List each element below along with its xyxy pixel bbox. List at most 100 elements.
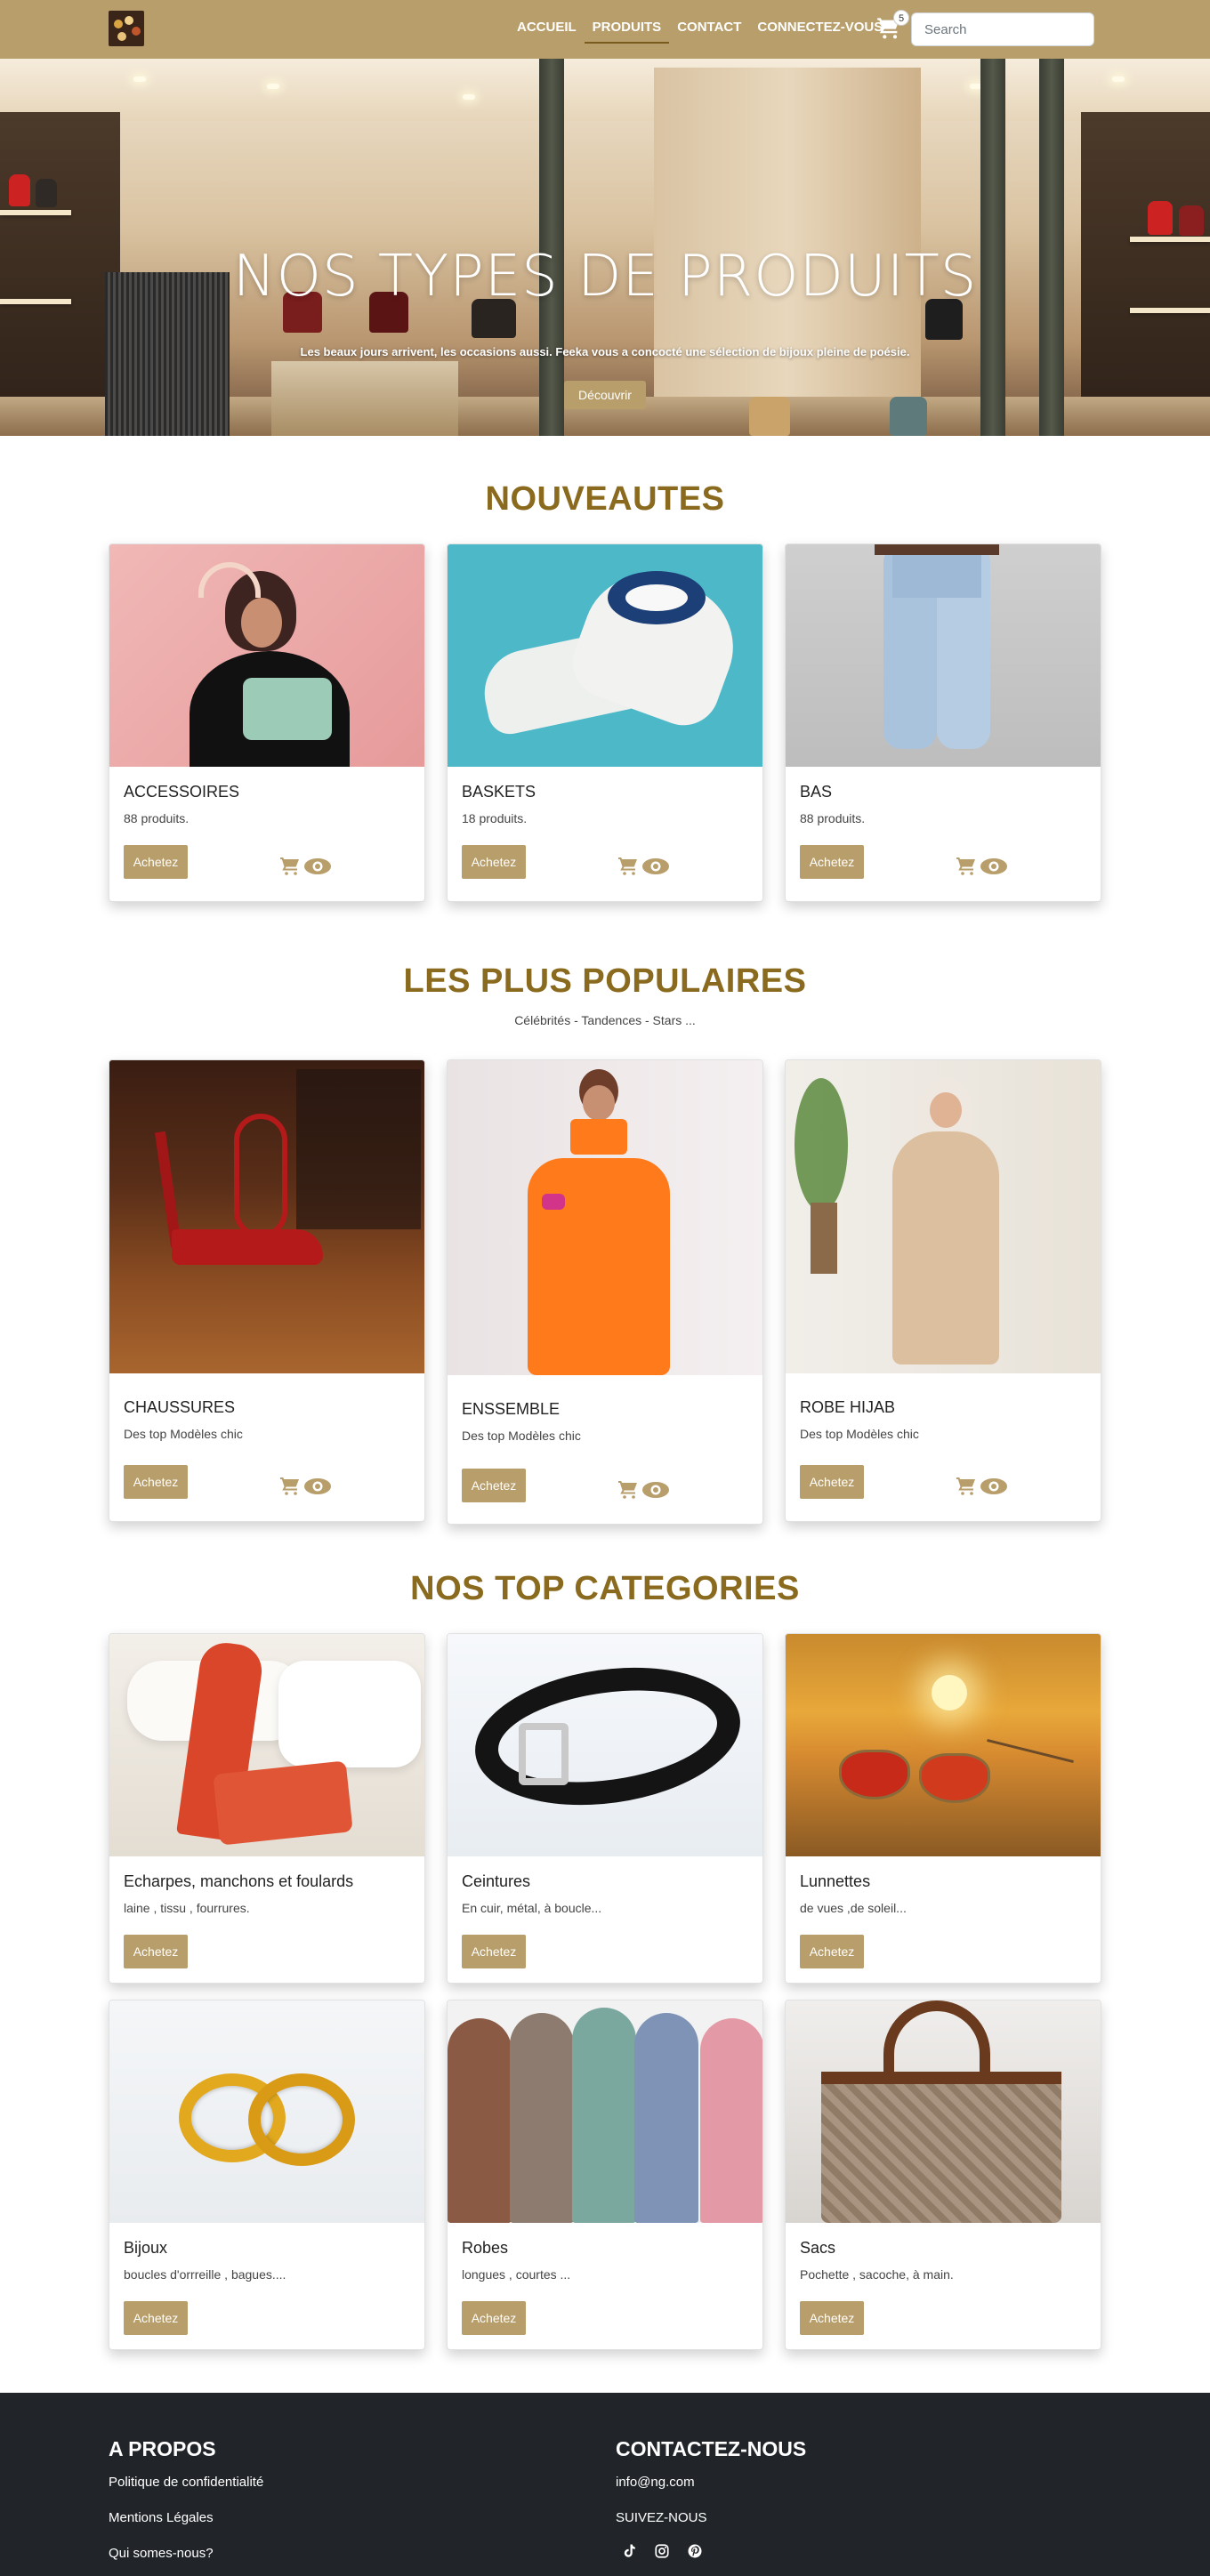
category-image-echarpes[interactable] [109,1634,424,1856]
card-actions [278,1476,332,1497]
buy-button[interactable]: Achetez [800,845,864,879]
nav-link-accueil[interactable]: ACCUEIL [509,20,585,44]
product-card: BASKETS 18 produits. Achetez [447,543,763,902]
buy-button[interactable]: Achetez [124,1935,188,1968]
footer-contact-title: CONTACTEZ-NOUS [616,2437,807,2460]
brand-logo[interactable] [109,11,144,46]
product-image-robe-hijab[interactable] [786,1060,1101,1373]
eye-icon[interactable] [303,857,332,876]
card-desc: longues , courtes ... [462,2267,571,2282]
category-card: Sacs Pochette , sacoche, à main. Achetez [785,2000,1101,2350]
product-image-chaussures[interactable] [109,1060,424,1373]
card-title: ROBE HIJAB [800,1398,896,1416]
eye-icon[interactable] [980,1477,1008,1496]
eye-icon[interactable] [641,1480,670,1500]
section-title-populaires: LES PLUS POPULAIRES [403,962,807,1000]
footer-email[interactable]: info@ng.com [616,2475,695,2490]
category-image-lunettes[interactable] [786,1634,1101,1856]
footer-follow-label: SUIVEZ-NOUS [616,2510,707,2525]
product-card: ROBE HIJAB Des top Modèles chic Achetez [785,1059,1101,1522]
footer: A PROPOS Politique de confidentialité Me… [0,2393,1210,2576]
card-desc: Des top Modèles chic [462,1429,581,1443]
category-card: Ceintures En cuir, métal, à boucle... Ac… [447,1633,763,1984]
product-card: ENSSEMBLE Des top Modèles chic Achetez [447,1059,763,1525]
buy-button[interactable]: Achetez [462,1935,526,1968]
nav-link-produits[interactable]: PRODUITS [584,20,670,44]
category-image-sacs[interactable] [786,2000,1101,2223]
card-title: ENSSEMBLE [462,1400,561,1418]
category-card: Echarpes, manchons et foulards laine , t… [109,1633,425,1984]
instagram-icon[interactable] [654,2543,670,2559]
buy-button[interactable]: Achetez [800,1935,864,1968]
footer-link-about-us[interactable]: Qui somes-nous? [109,2546,214,2561]
tiktok-icon[interactable] [621,2543,637,2559]
footer-link-legal[interactable]: Mentions Légales [109,2510,214,2525]
card-desc: boucles d'orrreille , bagues.... [124,2267,286,2282]
product-image-bas[interactable] [786,544,1101,767]
cart-icon[interactable] [278,1476,302,1497]
nav-link-contact[interactable]: CONTACT [669,20,749,44]
card-desc: Pochette , sacoche, à main. [800,2267,954,2282]
hero-banner: NOS TYPES DE PRODUITS Les beaux jours ar… [0,59,1210,436]
section-subtitle-populaires: Célébrités - Tandences - Stars ... [514,1013,696,1027]
category-card: Robes longues , courtes ... Achetez [447,2000,763,2350]
footer-link-privacy[interactable]: Politique de confidentialité [109,2475,263,2490]
hero-subtitle: Les beaux jours arrivent, les occasions … [300,345,910,358]
card-desc: laine , tissu , fourrures. [124,1901,250,1915]
cart-icon[interactable] [955,856,978,877]
card-title: CHAUSSURES [124,1398,236,1416]
category-image-bijoux[interactable] [109,2000,424,2223]
buy-button[interactable]: Achetez [462,845,526,879]
card-title: Lunnettes [800,1872,871,1890]
buy-button[interactable]: Achetez [462,1469,526,1502]
cart-count-badge: 5 [893,10,909,26]
search-input[interactable] [911,12,1094,46]
card-actions [955,1476,1008,1497]
hero-title: NOS TYPES DE PRODUITS [232,244,978,310]
nav-link-connectez-vous[interactable]: CONNECTEZ-VOUS [749,20,891,44]
card-title: Ceintures [462,1872,531,1890]
card-title: BAS [800,783,833,801]
product-card: ACCESSOIRES 88 produits. Achetez [109,543,425,902]
section-title-categories: NOS TOP CATEGORIES [410,1570,800,1607]
card-desc: Des top Modèles chic [800,1427,919,1441]
navbar: ACCUEIL PRODUITS CONTACT CONNECTEZ-VOUS … [0,0,1210,59]
card-title: Bijoux [124,2239,168,2257]
category-image-robes[interactable] [448,2000,762,2223]
category-card: Lunnettes de vues ,de soleil... Achetez [785,1633,1101,1984]
product-card: CHAUSSURES Des top Modèles chic Achetez [109,1059,425,1522]
buy-button[interactable]: Achetez [124,1465,188,1499]
card-desc: En cuir, métal, à boucle... [462,1901,602,1915]
buy-button[interactable]: Achetez [800,1465,864,1499]
card-actions [617,856,670,877]
buy-button[interactable]: Achetez [124,845,188,879]
eye-icon[interactable] [980,857,1008,876]
eye-icon[interactable] [641,857,670,876]
card-actions [278,856,332,877]
card-title: Robes [462,2239,509,2257]
cart-icon[interactable] [955,1476,978,1497]
product-image-ensemble[interactable] [448,1060,762,1375]
buy-button[interactable]: Achetez [124,2301,188,2335]
cart-icon[interactable] [617,1479,640,1501]
card-actions [955,856,1008,877]
discover-button[interactable]: Découvrir [564,381,646,409]
buy-button[interactable]: Achetez [800,2301,864,2335]
card-title: Echarpes, manchons et foulards [124,1872,354,1890]
product-card: BAS 88 produits. Achetez [785,543,1101,902]
card-title: Sacs [800,2239,836,2257]
cart-icon[interactable] [617,856,640,877]
buy-button[interactable]: Achetez [462,2301,526,2335]
card-desc: de vues ,de soleil... [800,1901,907,1915]
pinterest-icon[interactable] [687,2543,703,2559]
card-desc: 88 produits. [124,811,190,825]
card-desc: Des top Modèles chic [124,1427,243,1441]
eye-icon[interactable] [303,1477,332,1496]
product-image-baskets[interactable] [448,544,762,767]
card-title: BASKETS [462,783,536,801]
nav-links: ACCUEIL PRODUITS CONTACT CONNECTEZ-VOUS [509,20,891,44]
category-image-ceintures[interactable] [448,1634,762,1856]
product-image-accessoires[interactable] [109,544,424,767]
card-desc: 18 produits. [462,811,528,825]
cart-icon[interactable] [278,856,302,877]
